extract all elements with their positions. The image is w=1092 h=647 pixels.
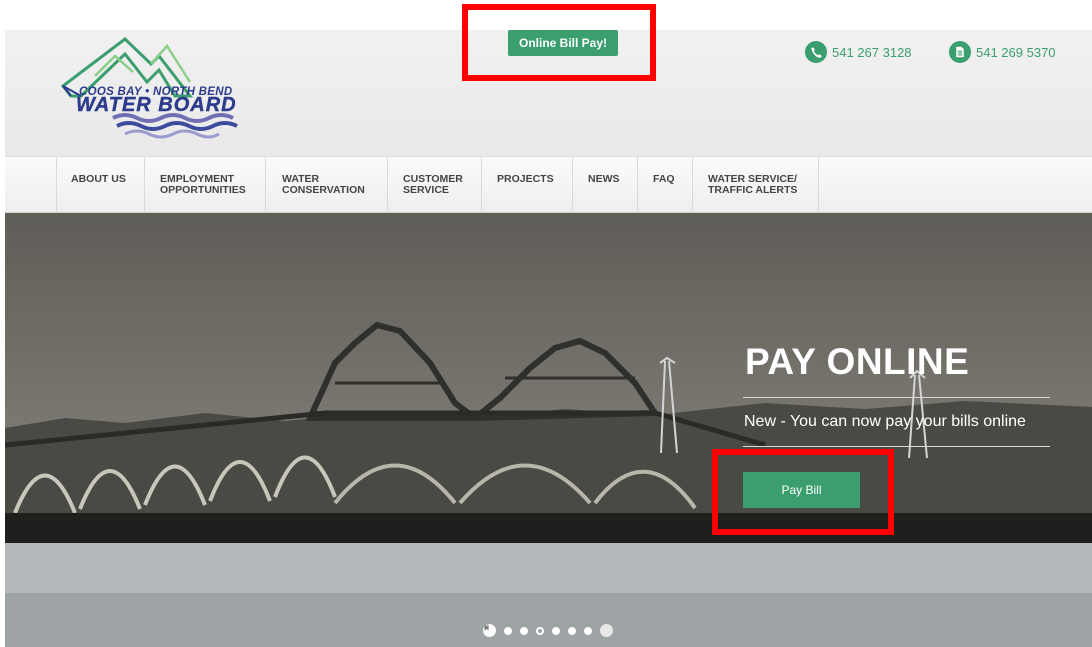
hero-subtitle: New - You can now pay your bills online bbox=[744, 413, 1026, 430]
hero-slider[interactable]: PAY ONLINE New - You can now pay your bi… bbox=[5, 213, 1092, 647]
nav-employment-opportunities[interactable]: EMPLOYMENT OPPORTUNITIES bbox=[145, 157, 266, 213]
hero-divider-bottom bbox=[743, 446, 1050, 447]
nav-faq[interactable]: FAQ bbox=[638, 157, 693, 213]
slide-dot-6[interactable] bbox=[584, 626, 592, 635]
main-nav: ABOUT US EMPLOYMENT OPPORTUNITIES WATER … bbox=[5, 156, 1092, 213]
fax-number: 541 269 5370 bbox=[976, 44, 1056, 60]
nav-water-conservation[interactable]: WATER CONSERVATION bbox=[266, 157, 388, 213]
slide-dot-4[interactable] bbox=[552, 626, 560, 635]
slide-dot-5[interactable] bbox=[568, 626, 576, 635]
nav-news[interactable]: NEWS bbox=[573, 157, 638, 213]
nav-about-us[interactable]: ABOUT US bbox=[56, 157, 145, 213]
highlight-pay-bill bbox=[712, 449, 894, 535]
fax-contact[interactable]: 541 269 5370 bbox=[949, 41, 1056, 63]
phone-contact[interactable]: 541 267 3128 bbox=[805, 41, 912, 63]
logo-line-2: WATER BOARD bbox=[76, 94, 237, 116]
slide-dot-2[interactable] bbox=[520, 626, 528, 635]
nav-customer-service[interactable]: CUSTOMER SERVICE bbox=[388, 157, 482, 213]
slider-pagination bbox=[483, 624, 613, 637]
pause-icon[interactable] bbox=[484, 624, 613, 637]
site-logo[interactable]: COOS BAY • NORTH BEND WATER BOARD bbox=[55, 34, 250, 139]
hero-title: PAY ONLINE bbox=[745, 341, 970, 382]
hero-divider-top bbox=[743, 397, 1050, 398]
phone-icon bbox=[805, 41, 827, 63]
document-icon bbox=[949, 41, 971, 63]
slide-dot-3-active[interactable] bbox=[536, 626, 544, 635]
nav-projects[interactable]: PROJECTS bbox=[482, 157, 573, 213]
page: COOS BAY • NORTH BEND WATER BOARD Online… bbox=[0, 0, 1092, 647]
highlight-online-bill-pay bbox=[462, 4, 656, 81]
slide-dot-1[interactable] bbox=[504, 626, 512, 635]
nav-water-service-alerts[interactable]: WATER SERVICE/ TRAFFIC ALERTS bbox=[693, 157, 819, 213]
phone-number: 541 267 3128 bbox=[832, 44, 912, 60]
